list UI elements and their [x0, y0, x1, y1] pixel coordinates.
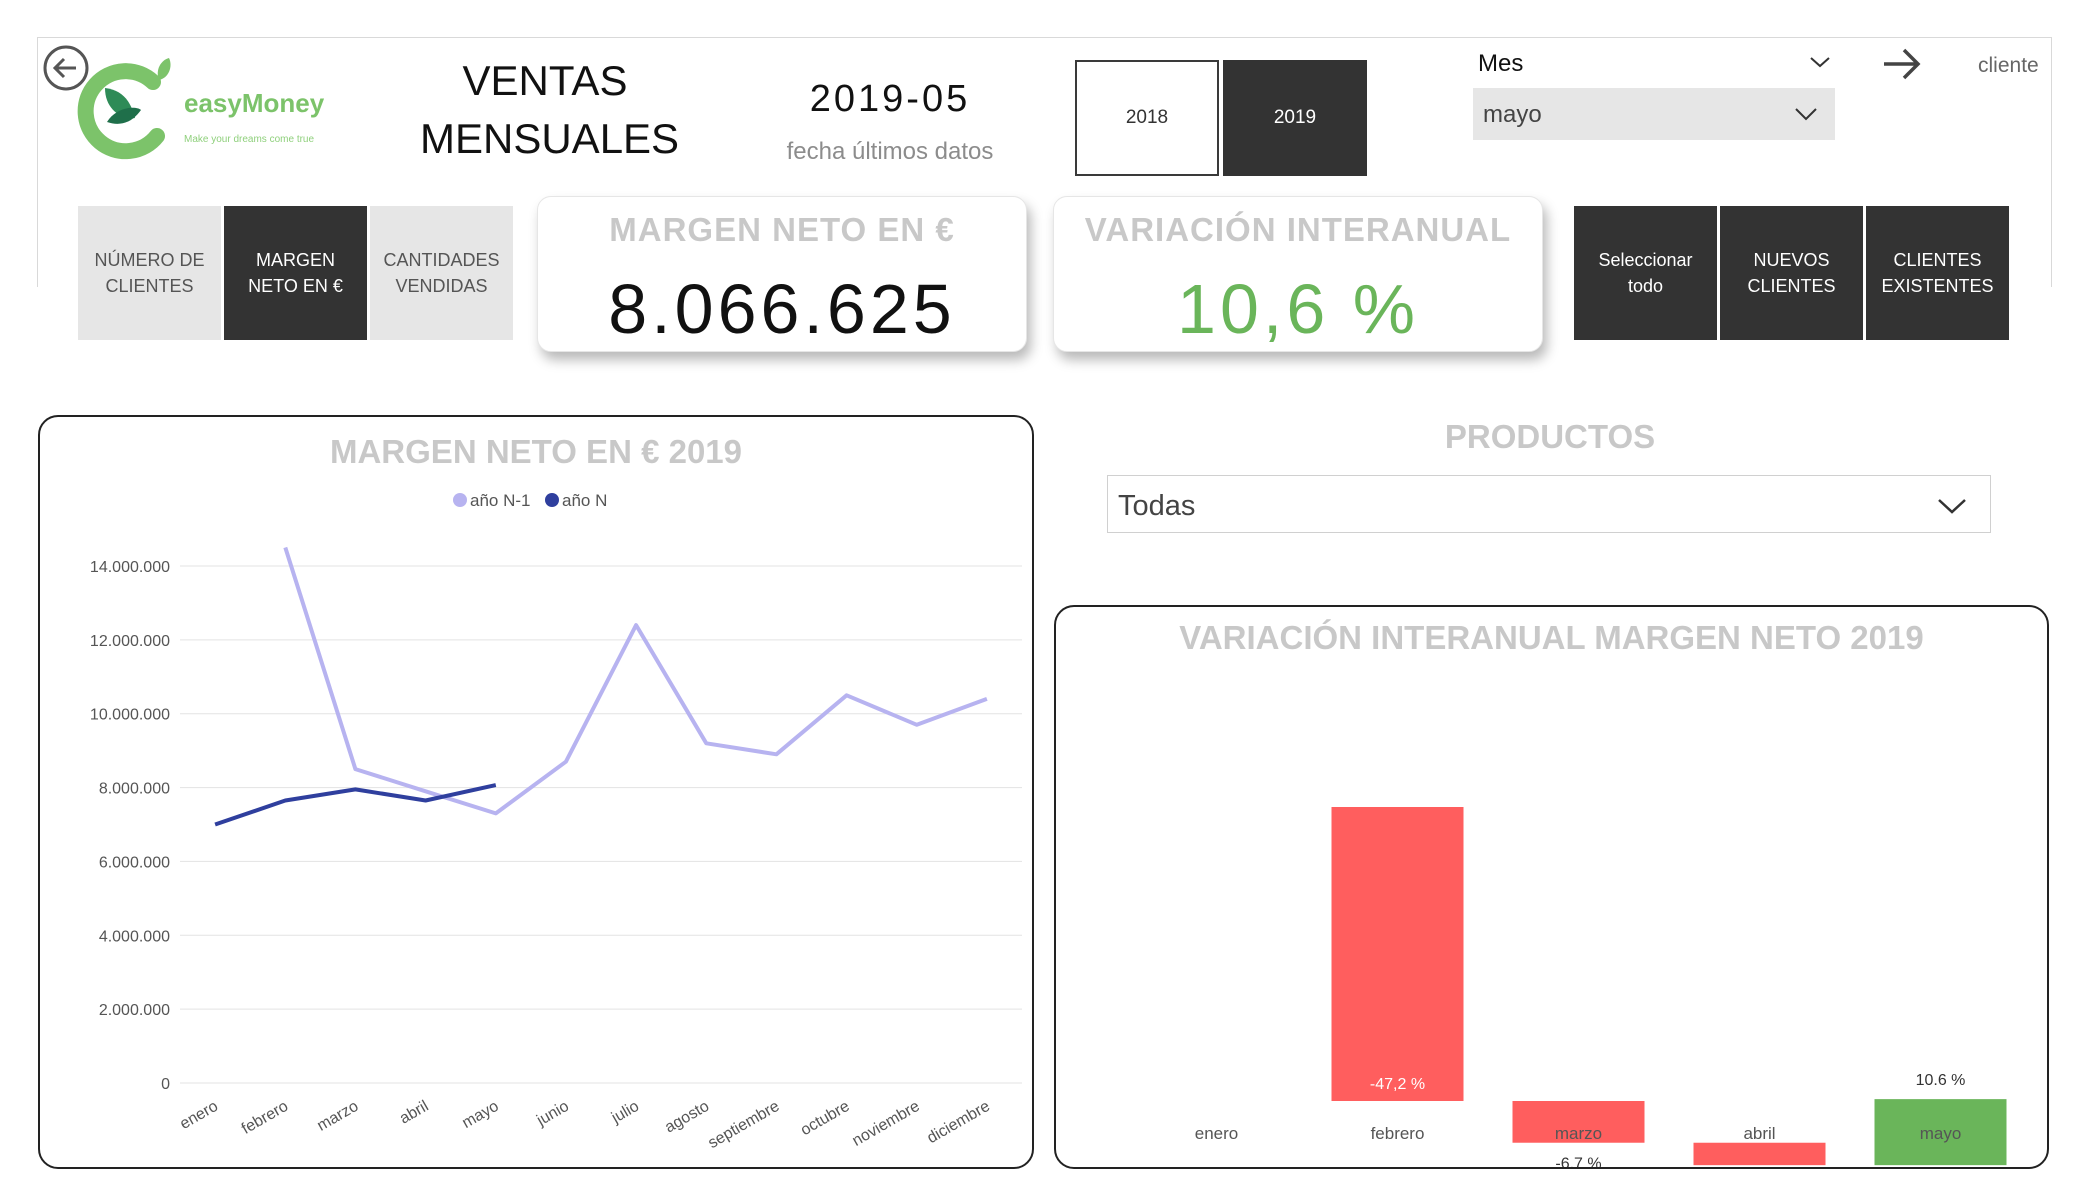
series-line-año-N-1[interactable] — [283, 546, 988, 816]
header-frame-right — [2051, 37, 2052, 287]
kpi-card-variacion: VARIACIÓN INTERANUAL 10,6 % — [1053, 196, 1543, 352]
series-line-año-N[interactable] — [214, 783, 497, 827]
logo-name: easyMoney — [184, 88, 325, 118]
x-tick-label: febrero — [239, 1098, 291, 1138]
y-tick-label: 6.000.000 — [99, 854, 170, 871]
waterfall-chart-panel: VARIACIÓN INTERANUAL MARGEN NETO 2019 -4… — [1054, 605, 2049, 1169]
legend-item[interactable]: año N — [545, 491, 607, 510]
y-tick-label: 2.000.000 — [99, 1002, 170, 1019]
x-tick-label: octubre — [798, 1098, 853, 1139]
y-tick-label: 8.000.000 — [99, 781, 170, 798]
kpi-margen-title: MARGEN NETO EN € — [609, 211, 955, 248]
logo-tagline: Make your dreams come true — [184, 134, 315, 145]
x-tick-label: agosto — [662, 1098, 712, 1137]
kpi-variacion-title: VARIACIÓN INTERANUAL — [1084, 211, 1512, 248]
metric-button-cantidades-vendidas[interactable]: CANTIDADES VENDIDAS — [370, 206, 513, 340]
metric-button-margen-neto[interactable]: MARGEN NETO EN € — [224, 206, 367, 340]
line-chart: 0 2.000.000 4.000.000 6.000.000 8.000.000 10.… — [90, 491, 1022, 1152]
chevron-down-icon — [1936, 496, 1968, 521]
page-title: VENTAS MENSUALES — [420, 52, 680, 168]
x-tick-label: febrero — [1371, 1124, 1425, 1143]
year-2018-button[interactable]: 2018 — [1075, 60, 1219, 176]
x-tick-label: abril — [1743, 1124, 1775, 1143]
y-tick-label: 4.000.000 — [99, 928, 170, 945]
x-tick-label: enero — [1195, 1124, 1238, 1143]
x-tick-label: noviembre — [850, 1098, 923, 1150]
data-label: -47,2 % — [1370, 1076, 1425, 1093]
client-button-existentes[interactable]: CLIENTES EXISTENTES — [1866, 206, 2009, 340]
data-label: 10.6 % — [1916, 1072, 1966, 1089]
productos-title: PRODUCTOS — [1444, 418, 1656, 455]
line-chart-panel: MARGEN NETO EN € 2019 0 2.000.000 4.000.00… — [38, 415, 1034, 1169]
x-tick-label: marzo — [314, 1098, 361, 1135]
cliente-page-link[interactable]: cliente — [1978, 54, 2039, 78]
y-tick-label: 10.000.000 — [90, 707, 170, 724]
metric-button-numero-clientes[interactable]: NÚMERO DE CLIENTES — [78, 206, 221, 340]
x-tick-label: septiembre — [705, 1098, 782, 1152]
year-2019-button[interactable]: 2019 — [1223, 60, 1367, 176]
y-tick-label: 12.000.000 — [90, 633, 170, 650]
waterfall-bar[interactable] — [1693, 1142, 1826, 1166]
chevron-down-icon — [1793, 106, 1819, 127]
legend-marker — [453, 493, 467, 507]
legend-marker — [545, 493, 559, 507]
productos-select-value: Todas — [1118, 490, 1196, 522]
waterfall-bar[interactable] — [1331, 807, 1464, 1101]
arrow-right-icon[interactable] — [1880, 42, 1924, 91]
x-tick-label: marzo — [1555, 1124, 1602, 1143]
client-button-nuevos[interactable]: NUEVOS CLIENTES — [1720, 206, 1863, 340]
chevron-down-icon[interactable] — [1808, 54, 1832, 75]
page-title-line1: VENTAS — [462, 57, 628, 104]
x-tick-label: mayo — [1920, 1124, 1962, 1143]
header-frame-left — [37, 37, 38, 287]
x-tick-label: mayo — [459, 1098, 501, 1132]
month-slicer-label: Mes — [1478, 50, 1524, 77]
waterfall-chart: -47,2 %-6,7 %-3,6 %10.6 %enerofebreromar… — [1195, 807, 2007, 1167]
y-tick-label: 0 — [161, 1076, 170, 1093]
legend-item[interactable]: año N-1 — [453, 491, 530, 510]
y-tick-label: 14.000.000 — [90, 559, 170, 576]
page-title-line2: MENSUALES — [420, 115, 680, 162]
x-tick-label: junio — [533, 1098, 572, 1130]
latest-data-date: 2019-05 — [809, 78, 971, 120]
data-label: -6,7 % — [1555, 1156, 1601, 1167]
x-tick-label: abril — [397, 1098, 432, 1128]
x-tick-label: diciembre — [924, 1098, 993, 1147]
kpi-card-margen-neto: MARGEN NETO EN € 8.066.625 — [537, 196, 1027, 352]
legend-label: año N-1 — [470, 491, 530, 510]
x-tick-label: enero — [177, 1098, 221, 1133]
latest-data-date-label: fecha últimos datos — [786, 138, 994, 165]
client-button-select-all[interactable]: Seleccionar todo — [1574, 206, 1717, 340]
month-select-value: mayo — [1483, 101, 1542, 128]
kpi-margen-value: 8.066.625 — [608, 270, 956, 348]
month-select[interactable]: mayo — [1473, 88, 1835, 140]
kpi-variacion-value: 10,6 % — [1177, 270, 1419, 348]
legend-label: año N — [562, 491, 607, 510]
x-tick-label: julio — [608, 1098, 642, 1128]
productos-select[interactable]: Todas — [1107, 475, 1991, 533]
header-frame-top — [37, 37, 2052, 38]
